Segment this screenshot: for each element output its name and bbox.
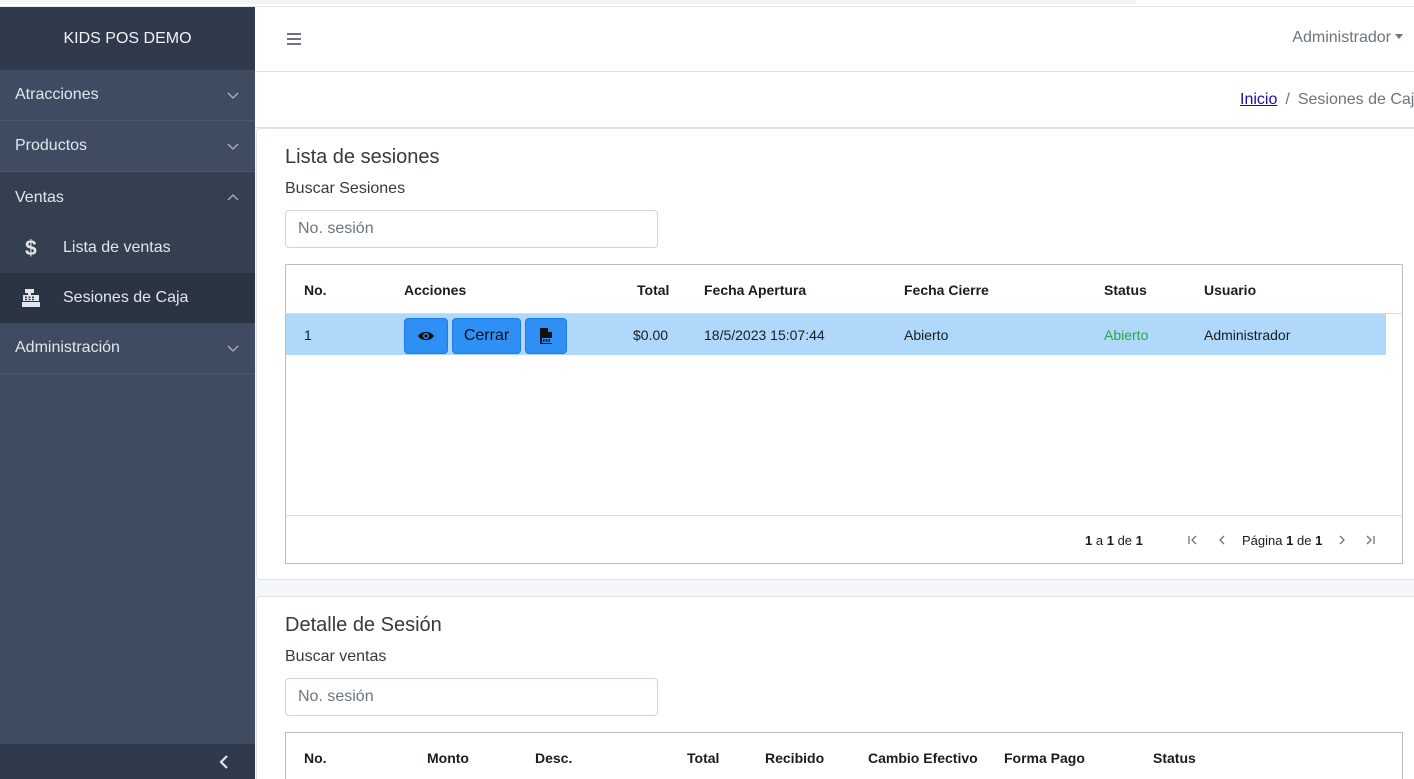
breadcrumb: Inicio / Sesiones de Caja	[1240, 91, 1414, 109]
detail-search-input[interactable]	[285, 678, 658, 716]
user-menu[interactable]: Administrador	[1292, 29, 1403, 47]
cell-fecha-apertura: 18/5/2023 15:07:44	[704, 327, 825, 343]
detail-grid: No. Monto Desc. Total Recibido Cambio Ef…	[285, 732, 1403, 779]
browser-top-strip	[0, 0, 1414, 7]
sessions-search-label: Buscar Sesiones	[285, 180, 406, 197]
column-header-no[interactable]: No.	[304, 750, 327, 766]
page-indicator: Página 1 de 1	[1242, 533, 1323, 548]
chevron-down-icon	[227, 345, 239, 352]
sessions-card: Lista de sesiones Buscar Sesiones No. Ac…	[256, 128, 1414, 580]
sessions-search-input[interactable]	[285, 210, 658, 248]
sidebar-item-label: Ventas	[15, 188, 64, 206]
cell-usuario: Administrador	[1204, 327, 1291, 343]
breadcrumb-current: Sesiones de Caja	[1297, 91, 1414, 108]
sidebar-item-sesiones-de-caja[interactable]: Sesiones de Caja	[0, 273, 255, 323]
cell-total: $0.00	[633, 327, 669, 343]
column-header-cambio-efectivo[interactable]: Cambio Efectivo	[868, 750, 978, 766]
dollar-icon: $	[21, 237, 41, 259]
user-name: Administrador	[1292, 29, 1391, 46]
sidebar-item-productos[interactable]: Productos	[0, 121, 255, 172]
column-header-no[interactable]: No.	[304, 282, 327, 298]
chevron-down-icon	[227, 143, 239, 150]
chevron-up-icon	[227, 193, 239, 200]
column-header-monto[interactable]: Monto	[427, 750, 469, 766]
pdf-file-icon	[540, 328, 552, 344]
caret-down-icon	[1395, 34, 1403, 39]
sidebar-item-label: Productos	[15, 137, 88, 154]
sidebar-collapse-button[interactable]	[0, 744, 255, 779]
svg-text:$: $	[25, 237, 37, 259]
grid-header: No. Acciones Total Fecha Apertura Fecha …	[286, 265, 1402, 314]
close-session-label: Cerrar	[463, 327, 510, 344]
column-header-status[interactable]: Status	[1153, 750, 1196, 766]
cash-register-icon	[21, 287, 41, 309]
next-page-icon[interactable]	[1335, 533, 1349, 547]
session-detail-card: Detalle de Sesión Buscar ventas No. Mont…	[256, 596, 1414, 779]
cell-status: Abierto	[1104, 327, 1149, 343]
top-header: Administrador	[255, 7, 1414, 72]
breadcrumb-separator: /	[1285, 91, 1290, 108]
column-header-usuario[interactable]: Usuario	[1204, 282, 1256, 298]
sessions-grid: No. Acciones Total Fecha Apertura Fecha …	[285, 264, 1403, 564]
first-page-icon[interactable]	[1186, 533, 1200, 547]
grid-pagination: 1 a 1 de 1 Página 1 de 1	[286, 515, 1402, 563]
column-header-total[interactable]: Total	[637, 282, 669, 298]
detail-search-label: Buscar ventas	[285, 648, 387, 665]
sidebar-item-administracion[interactable]: Administración	[0, 323, 255, 374]
grid-header: No. Monto Desc. Total Recibido Cambio Ef…	[286, 733, 1402, 779]
previous-page-icon[interactable]	[1215, 533, 1229, 547]
cell-fecha-cierre: Abierto	[904, 327, 949, 343]
chevron-down-icon	[227, 92, 239, 99]
chevron-left-icon	[219, 754, 228, 769]
column-header-status[interactable]: Status	[1104, 282, 1147, 298]
sidebar: KIDS POS DEMO Atracciones Productos Vent…	[0, 7, 255, 779]
detail-title: Detalle de Sesión	[285, 614, 442, 636]
column-header-forma-pago[interactable]: Forma Pago	[1004, 750, 1085, 766]
pdf-button[interactable]	[525, 318, 567, 354]
row-count: 1 a 1 de 1	[1085, 533, 1143, 548]
sidebar-item-atracciones[interactable]: Atracciones	[0, 70, 255, 121]
column-header-fecha-cierre[interactable]: Fecha Cierre	[904, 282, 989, 298]
sidebar-item-label: Administración	[15, 339, 120, 356]
table-row[interactable]: 1 Cerrar $0.00 18/5/2023 15:07:44 Abiert…	[286, 314, 1386, 355]
column-header-acciones[interactable]: Acciones	[404, 282, 466, 298]
breadcrumb-home-link[interactable]: Inicio	[1240, 91, 1277, 108]
column-header-total[interactable]: Total	[687, 750, 719, 766]
sidebar-item-ventas[interactable]: Ventas	[0, 172, 255, 223]
menu-toggle-icon[interactable]	[287, 33, 301, 45]
breadcrumb-bar: Inicio / Sesiones de Caja	[255, 72, 1414, 128]
sessions-title: Lista de sesiones	[285, 146, 440, 168]
brand-title[interactable]: KIDS POS DEMO	[0, 7, 255, 70]
sidebar-item-label: Atracciones	[15, 86, 99, 103]
sidebar-item-lista-de-ventas[interactable]: $ Lista de ventas	[0, 223, 255, 273]
close-session-button[interactable]: Cerrar	[452, 318, 521, 354]
sidebar-item-label: Lista de ventas	[63, 239, 171, 256]
column-header-fecha-apertura[interactable]: Fecha Apertura	[704, 282, 806, 298]
cell-no: 1	[304, 327, 312, 343]
column-header-desc[interactable]: Desc.	[535, 750, 572, 766]
column-header-recibido[interactable]: Recibido	[765, 750, 824, 766]
last-page-icon[interactable]	[1363, 533, 1377, 547]
sidebar-item-label: Sesiones de Caja	[63, 289, 189, 306]
eye-icon	[418, 331, 434, 341]
view-button[interactable]	[404, 318, 448, 354]
